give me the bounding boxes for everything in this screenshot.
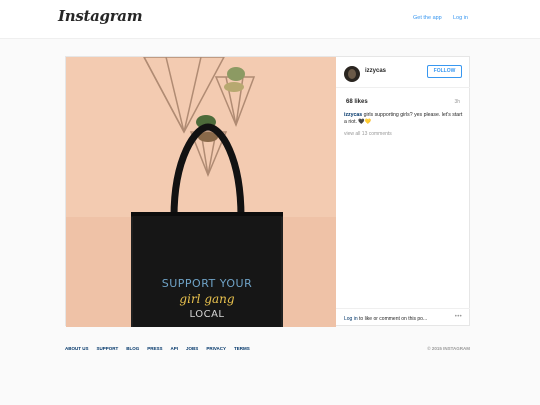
login-link-post[interactable]: Log in: [344, 316, 358, 322]
footer-link-about[interactable]: ABOUT US: [65, 346, 89, 351]
likes-count[interactable]: 68 likes: [346, 99, 368, 105]
top-navigation-bar: Instagram Get the app Log in: [0, 0, 540, 39]
more-options-icon[interactable]: •••: [455, 314, 462, 320]
bag-text-line2: girl gang: [179, 292, 234, 306]
post-sidebar: izzycas FOLLOW 68 likes 3h izzycas girls…: [336, 57, 470, 325]
post-footer: Log in to like or comment on this po... …: [336, 308, 470, 325]
page-footer: ABOUT US SUPPORT BLOG PRESS API JOBS PRI…: [65, 346, 470, 354]
copyright: © 2015 INSTAGRAM: [427, 346, 470, 351]
view-all-comments-link[interactable]: view all 13 comments: [344, 131, 392, 137]
login-link-header[interactable]: Log in: [453, 15, 468, 21]
post-header: izzycas FOLLOW: [336, 57, 470, 88]
avatar[interactable]: [344, 66, 360, 82]
post-time: 3h: [454, 99, 460, 105]
login-prompt-text: to like or comment on this po...: [357, 316, 428, 322]
follow-button[interactable]: FOLLOW: [427, 65, 462, 78]
bag-text-line3: LOCAL: [190, 309, 225, 320]
caption-username[interactable]: izzycas: [344, 112, 362, 118]
footer-link-jobs[interactable]: JOBS: [186, 346, 198, 351]
post-username[interactable]: izzycas: [365, 68, 386, 74]
footer-links: ABOUT US SUPPORT BLOG PRESS API JOBS PRI…: [65, 346, 258, 351]
tote-bag-photo-illustration: SUPPORT YOUR girl gang LOCAL: [66, 57, 336, 327]
caption-text: girls supporting girls? yes please. let'…: [344, 112, 463, 125]
footer-link-blog[interactable]: BLOG: [126, 346, 139, 351]
post-card: SUPPORT YOUR girl gang LOCAL izzycas FOL…: [65, 56, 470, 327]
footer-link-api[interactable]: API: [171, 346, 179, 351]
instagram-logo[interactable]: Instagram: [58, 7, 143, 25]
footer-link-support[interactable]: SUPPORT: [97, 346, 119, 351]
footer-link-press[interactable]: PRESS: [147, 346, 162, 351]
get-the-app-link[interactable]: Get the app: [413, 15, 442, 21]
footer-link-terms[interactable]: TERMS: [234, 346, 250, 351]
post-caption: izzycas girls supporting girls? yes plea…: [344, 112, 464, 126]
login-prompt: Log in to like or comment on this po...: [344, 316, 427, 322]
post-photo[interactable]: SUPPORT YOUR girl gang LOCAL: [66, 57, 336, 327]
footer-link-privacy[interactable]: PRIVACY: [206, 346, 226, 351]
bag-text-line1: SUPPORT YOUR: [162, 277, 253, 290]
